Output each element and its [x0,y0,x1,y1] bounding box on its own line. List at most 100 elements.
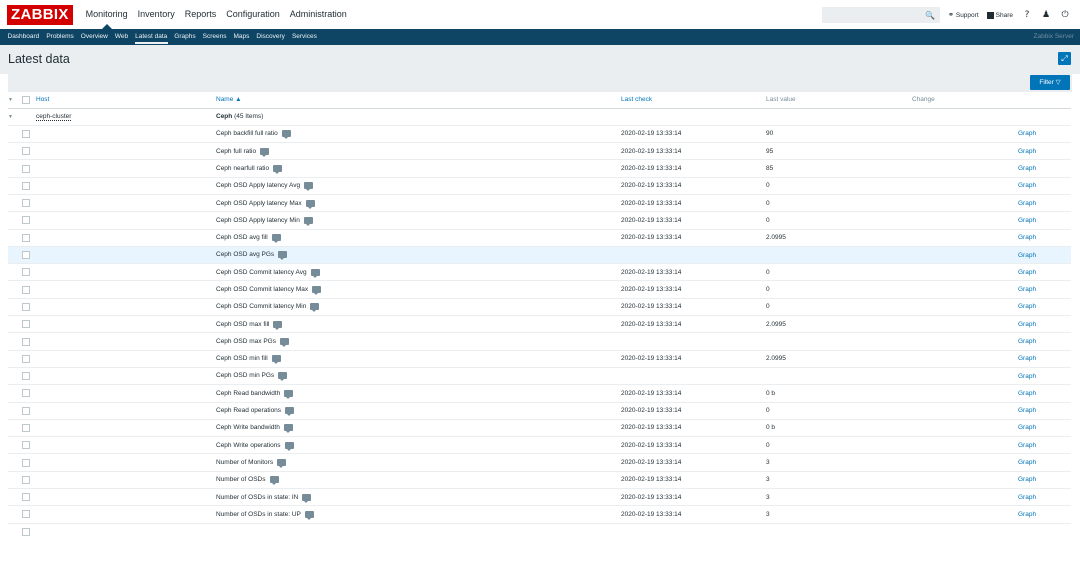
graph-link[interactable]: Graph [1018,182,1036,189]
main-menu-administration[interactable]: Administration [285,0,352,29]
graph-link[interactable]: Graph [1018,424,1036,431]
submenu-dashboard[interactable]: Dashboard [4,29,43,45]
info-icon[interactable] [278,372,288,382]
row-checkbox[interactable] [22,268,30,277]
item-name[interactable]: Ceph OSD avg PGs [216,252,274,259]
row-checkbox[interactable] [22,285,30,294]
graph-link[interactable]: Graph [1018,234,1036,241]
expand-all-toggle[interactable]: ▼ [8,92,22,109]
submenu-discovery[interactable]: Discovery [253,29,289,45]
item-name[interactable]: Number of OSDs [216,476,266,483]
fullscreen-icon[interactable]: ⤢ [1058,52,1071,65]
submenu-overview[interactable]: Overview [77,29,111,45]
submenu-graphs[interactable]: Graphs [171,29,199,45]
row-checkbox[interactable] [22,181,30,190]
main-menu-inventory[interactable]: Inventory [133,0,180,29]
info-icon[interactable] [271,234,281,244]
row-checkbox[interactable] [22,527,30,536]
row-checkbox[interactable] [22,129,30,138]
info-icon[interactable] [269,476,279,486]
power-icon[interactable]: ⏻ [1060,10,1070,20]
row-checkbox[interactable] [22,147,30,156]
graph-link[interactable]: Graph [1018,269,1036,276]
collapse-toggle[interactable]: ▼ [8,108,22,126]
search-input[interactable] [822,8,939,22]
row-checkbox[interactable] [22,423,30,432]
info-icon[interactable] [271,355,281,365]
support-link[interactable]: ⚭ Support [948,11,979,20]
column-name[interactable]: Name ▲ [216,92,621,109]
graph-link[interactable]: Graph [1018,165,1036,172]
row-checkbox[interactable] [22,493,30,502]
row-checkbox[interactable] [22,302,30,311]
item-name[interactable]: Ceph OSD Apply latency Avg [216,182,300,189]
graph-link[interactable]: Graph [1018,217,1036,224]
row-checkbox[interactable] [22,337,30,346]
info-icon[interactable] [260,147,270,157]
row-checkbox[interactable] [22,320,30,329]
row-checkbox[interactable] [22,389,30,398]
graph-link[interactable]: Graph [1018,476,1036,483]
graph-link[interactable]: Graph [1018,511,1036,518]
graph-link[interactable]: Graph [1018,130,1036,137]
select-all-checkbox[interactable] [22,95,30,104]
info-icon[interactable] [310,303,320,313]
graph-link[interactable]: Graph [1018,200,1036,207]
item-name[interactable]: Ceph full ratio [216,148,256,155]
info-icon[interactable] [304,182,314,192]
graph-link[interactable]: Graph [1018,373,1036,380]
item-name[interactable]: Ceph OSD Apply latency Max [216,200,302,207]
item-name[interactable]: Ceph Read operations [216,407,281,414]
zabbix-logo[interactable]: ZABBIX [7,4,73,25]
graph-link[interactable]: Graph [1018,148,1036,155]
submenu-screens[interactable]: Screens [199,29,230,45]
submenu-web[interactable]: Web [111,29,131,45]
item-name[interactable]: Ceph nearfull ratio [216,165,269,172]
info-icon[interactable] [285,407,295,417]
item-name[interactable]: Ceph Write bandwidth [216,425,280,432]
info-icon[interactable] [303,216,313,226]
graph-link[interactable]: Graph [1018,494,1036,501]
column-host[interactable]: Host [36,92,216,109]
info-icon[interactable] [310,268,320,278]
help-icon[interactable]: ? [1022,10,1032,20]
info-icon[interactable] [283,424,293,434]
main-menu-monitoring[interactable]: Monitoring [81,0,133,29]
item-name[interactable]: Number of OSDs in state: UP [216,511,301,518]
row-checkbox[interactable] [22,354,30,363]
item-name[interactable]: Ceph OSD Commit latency Max [216,286,308,293]
row-checkbox[interactable] [22,510,30,519]
item-name[interactable]: Ceph OSD min PGs [216,373,274,380]
info-icon[interactable] [273,164,283,174]
info-icon[interactable] [284,389,294,399]
graph-link[interactable]: Graph [1018,442,1036,449]
item-name[interactable]: Ceph OSD max PGs [216,338,276,345]
row-checkbox[interactable] [22,406,30,415]
row-checkbox[interactable] [22,372,30,381]
graph-link[interactable]: Graph [1018,338,1036,345]
graph-link[interactable]: Graph [1018,286,1036,293]
graph-link[interactable]: Graph [1018,303,1036,310]
item-name[interactable]: Ceph Read bandwidth [216,390,280,397]
graph-link[interactable]: Graph [1018,355,1036,362]
host-link[interactable]: ceph-cluster [36,113,72,122]
graph-link[interactable]: Graph [1018,390,1036,397]
row-checkbox[interactable] [22,233,30,242]
share-link[interactable]: Share [986,11,1013,19]
item-name[interactable]: Ceph backfill full ratio [216,131,278,138]
item-name[interactable]: Ceph OSD max fill [216,321,269,328]
info-icon[interactable] [277,458,287,468]
item-name[interactable]: Number of OSDs in state: IN [216,494,298,501]
submenu-problems[interactable]: Problems [43,29,77,45]
row-checkbox[interactable] [22,458,30,467]
info-icon[interactable] [273,320,283,330]
row-checkbox[interactable] [22,475,30,484]
item-name[interactable]: Number of Monitors [216,459,273,466]
graph-link[interactable]: Graph [1018,407,1036,414]
item-name[interactable]: Ceph OSD min fill [216,355,268,362]
graph-link[interactable]: Graph [1018,321,1036,328]
info-icon[interactable] [278,251,288,261]
submenu-latest-data[interactable]: Latest data [132,29,171,45]
item-name[interactable]: Ceph OSD avg fill [216,234,268,241]
item-name[interactable]: Ceph OSD Commit latency Min [216,304,306,311]
